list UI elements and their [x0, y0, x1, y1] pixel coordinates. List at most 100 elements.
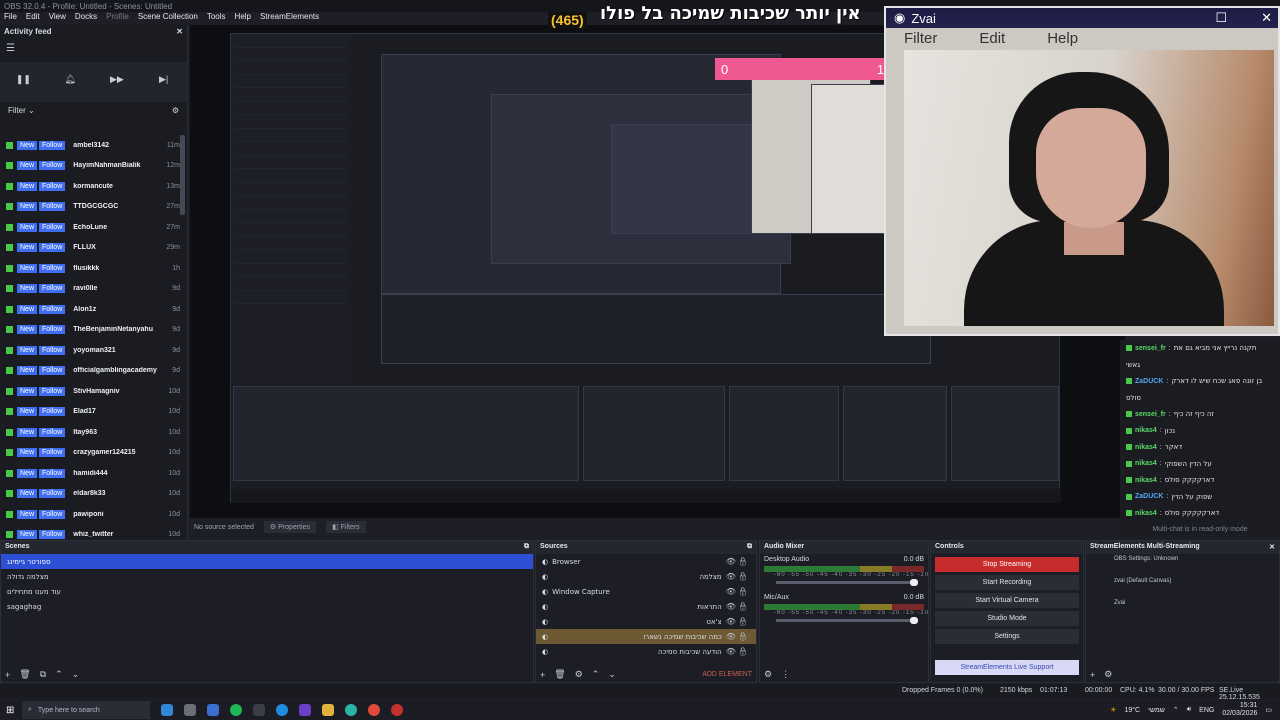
- feed-item[interactable]: New Follow TTDGCGCGC 27m: [0, 197, 180, 218]
- browser-icon[interactable]: [345, 704, 357, 716]
- add-icon[interactable]: +: [5, 670, 10, 680]
- visibility-lock-icons[interactable]: 👁︎🔒︎: [726, 572, 750, 581]
- feed-item[interactable]: New Follow yoyoman321 9d: [0, 340, 180, 361]
- more-icon[interactable]: ⋮: [781, 669, 790, 680]
- notifications-icon[interactable]: ▭: [1265, 706, 1272, 714]
- feed-item[interactable]: New Follow flusikkk 1h: [0, 258, 180, 279]
- menu-profile[interactable]: Profile: [106, 12, 129, 25]
- down-icon[interactable]: ⌄: [608, 669, 616, 680]
- feed-item[interactable]: New Follow Alon1z 9d: [0, 299, 180, 320]
- steam-icon[interactable]: [207, 704, 219, 716]
- undock-icon[interactable]: ⧉: [747, 543, 752, 552]
- filter-row[interactable]: Filter ⌄ ⚙: [0, 102, 187, 120]
- feed-item[interactable]: New Follow StivHamagniv 10d: [0, 381, 180, 402]
- maximize-icon[interactable]: ☐: [1215, 10, 1227, 26]
- source-item[interactable]: ◐ צ'אט 👁︎🔒︎: [536, 614, 756, 629]
- settings-icon[interactable]: ⚙: [172, 106, 179, 116]
- taskview-icon[interactable]: [161, 704, 173, 716]
- skip-icon[interactable]: ▶▶: [109, 74, 125, 90]
- properties-button[interactable]: ⚙ Properties: [263, 521, 317, 533]
- menu-help[interactable]: Help: [235, 12, 251, 25]
- scene-item[interactable]: מצלמה גדולה: [1, 569, 533, 584]
- feed-item[interactable]: New Follow HayimNahmanBialik 12m: [0, 156, 180, 177]
- volume-slider[interactable]: [776, 617, 918, 624]
- feed-item[interactable]: New Follow FLLUX 29m: [0, 238, 180, 259]
- menu-edit[interactable]: Edit: [979, 30, 1005, 47]
- feed-item[interactable]: New Follow eldar8k33 10d: [0, 484, 180, 505]
- close-icon[interactable]: ✕: [176, 27, 183, 36]
- up-icon[interactable]: ⌃: [592, 669, 600, 680]
- feed-item[interactable]: New Follow EchoLune 27m: [0, 217, 180, 238]
- menu-edit[interactable]: Edit: [26, 12, 40, 25]
- start-recording-button[interactable]: Start Recording: [935, 575, 1079, 590]
- scene-item[interactable]: sagaghag: [1, 599, 533, 614]
- feed-item[interactable]: New Follow hamidi444 10d: [0, 463, 180, 484]
- menu-file[interactable]: File: [4, 12, 17, 25]
- spotify-icon[interactable]: [230, 704, 242, 716]
- menu-streamelements[interactable]: StreamElements: [260, 12, 319, 25]
- close-icon[interactable]: ✕: [1261, 10, 1272, 26]
- multistream-row[interactable]: OBS Settings: Unknown: [1086, 554, 1279, 576]
- gear-icon[interactable]: ⚙: [575, 669, 583, 680]
- feed-item[interactable]: New Follow ravi0lle 9d: [0, 279, 180, 300]
- menu-filter[interactable]: Filter: [904, 30, 937, 47]
- vs-icon[interactable]: [299, 704, 311, 716]
- scene-item[interactable]: עוד מעט מתחילים: [1, 584, 533, 599]
- chevron-up-icon[interactable]: ⌃: [1173, 706, 1179, 714]
- gear-icon[interactable]: ⚙: [1104, 669, 1112, 680]
- menu-tools[interactable]: Tools: [207, 12, 226, 25]
- recorder-icon[interactable]: [391, 704, 403, 716]
- scene-item[interactable]: ספורטר גיימינג: [1, 554, 533, 569]
- feed-item[interactable]: New Follow officialgamblingacademy 9d: [0, 361, 180, 382]
- chrome-icon[interactable]: [368, 704, 380, 716]
- undock-icon[interactable]: ⧉: [524, 543, 529, 552]
- up-icon[interactable]: ⌃: [55, 669, 63, 680]
- pause-icon[interactable]: ❚❚: [15, 74, 31, 90]
- visibility-lock-icons[interactable]: 👁︎🔒︎: [726, 617, 750, 626]
- feed-item[interactable]: New Follow Itay963 10d: [0, 422, 180, 443]
- menu-help[interactable]: Help: [1047, 30, 1078, 47]
- hamburger-icon[interactable]: ☰: [6, 43, 15, 54]
- feed-scrollbar[interactable]: [180, 135, 185, 215]
- edge-icon[interactable]: [276, 704, 288, 716]
- source-item[interactable]: ◐ Window Capture 👁︎🔒︎: [536, 584, 756, 599]
- language-indicator[interactable]: ENG: [1199, 707, 1214, 714]
- filters-button[interactable]: ◧ Filters: [326, 521, 366, 533]
- visibility-lock-icons[interactable]: 👁︎🔒︎: [726, 587, 750, 596]
- visibility-lock-icons[interactable]: 👁︎🔒︎: [726, 557, 750, 566]
- taskbar-search[interactable]: ⌕ Type here to search: [22, 701, 150, 719]
- volume-icon[interactable]: 🔊︎: [1187, 706, 1191, 714]
- feed-item[interactable]: New Follow Elad17 10d: [0, 402, 180, 423]
- skip-end-icon[interactable]: ▶|: [156, 74, 172, 90]
- menu-scene-collection[interactable]: Scene Collection: [138, 12, 198, 25]
- settings-button[interactable]: Settings: [935, 629, 1079, 644]
- studio-mode-button[interactable]: Studio Mode: [935, 611, 1079, 626]
- menu-docks[interactable]: Docks: [75, 12, 97, 25]
- source-item[interactable]: ◐ מצלמה 👁︎🔒︎: [536, 569, 756, 584]
- gear-icon[interactable]: ⚙: [764, 669, 772, 680]
- obs-icon[interactable]: [184, 704, 196, 716]
- folder-icon[interactable]: [322, 704, 334, 716]
- stop-streaming-button[interactable]: Stop Streaming: [935, 557, 1079, 572]
- source-item[interactable]: ◐ הודעה שכיבות סמיכה 👁︎🔒︎: [536, 644, 756, 659]
- add-icon[interactable]: +: [1090, 670, 1095, 680]
- trash-icon[interactable]: 🗑︎: [19, 669, 30, 680]
- add-icon[interactable]: +: [540, 670, 545, 680]
- close-icon[interactable]: ✕: [1269, 543, 1275, 552]
- clock[interactable]: 15:31 02/03/2026: [1222, 702, 1257, 718]
- volume-slider[interactable]: [776, 579, 918, 586]
- trash-icon[interactable]: 🗑︎: [554, 669, 565, 680]
- filter-icon[interactable]: ⧉: [40, 669, 46, 680]
- menu-view[interactable]: View: [49, 12, 66, 25]
- visibility-lock-icons[interactable]: 👁︎🔒︎: [726, 602, 750, 611]
- source-item[interactable]: ◐ התראות 👁︎🔒︎: [536, 599, 756, 614]
- windows-start-icon[interactable]: ⊞: [6, 705, 14, 716]
- feed-item[interactable]: New Follow crazygamer124215 10d: [0, 443, 180, 464]
- visibility-lock-icons[interactable]: 👁︎🔒︎: [726, 632, 750, 641]
- feed-item[interactable]: New Follow TheBenjaminNetanyahu 9d: [0, 320, 180, 341]
- feed-item[interactable]: New Follow pawiponi 10d: [0, 504, 180, 525]
- multistream-row[interactable]: Zvai: [1086, 598, 1279, 620]
- capcut-icon[interactable]: [253, 704, 265, 716]
- down-icon[interactable]: ⌄: [72, 669, 80, 680]
- visibility-lock-icons[interactable]: 👁︎🔒︎: [726, 647, 750, 656]
